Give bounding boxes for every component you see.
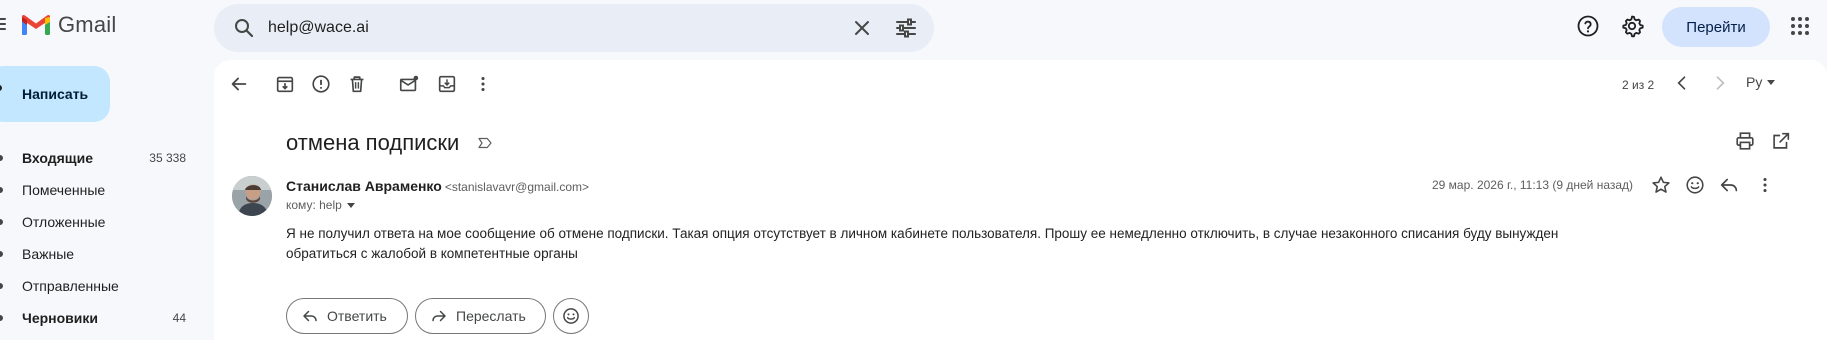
open-in-new-window-icon[interactable] — [1770, 130, 1792, 152]
message-pane: 2 из 2 Ру отмена подписки Станислав Авра… — [214, 60, 1827, 340]
sidebar-item-label: Важные — [22, 246, 75, 262]
main-menu-button[interactable] — [0, 18, 6, 30]
recipient-details[interactable]: кому: help — [286, 198, 356, 212]
sidebar-item-inbox[interactable]: Входящие 35 338 — [0, 142, 200, 174]
email-date: 29 мар. 2026 г., 11:13 (9 дней назад) — [1432, 178, 1634, 192]
sidebar-item-drafts[interactable]: Черновики 44 — [0, 302, 200, 334]
go-button[interactable]: Перейти — [1662, 7, 1770, 47]
sidebar-item-label: Входящие — [22, 150, 93, 166]
sidebar-item-important[interactable]: Важные — [0, 238, 200, 270]
sidebar-item-starred[interactable]: Помеченные — [0, 174, 200, 206]
sender-avatar[interactable] — [232, 176, 272, 216]
help-icon[interactable] — [1576, 14, 1600, 38]
delete-icon[interactable] — [346, 73, 368, 95]
emoji-reaction-button[interactable] — [553, 298, 589, 334]
reply-label: Ответить — [327, 308, 387, 324]
move-to-icon[interactable] — [436, 73, 458, 95]
show-details-caret-icon[interactable] — [346, 200, 356, 210]
unread-count: 35 338 — [149, 151, 186, 165]
star-icon — [0, 187, 3, 193]
back-arrow-icon[interactable] — [228, 73, 250, 95]
recipient-label: кому: help — [286, 198, 342, 212]
forward-button[interactable]: Переслать — [415, 298, 546, 334]
google-apps-icon[interactable] — [1790, 16, 1810, 36]
pager-count: 2 из 2 — [1622, 78, 1655, 92]
sidebar-item-label: Отправленные — [22, 278, 119, 294]
sidebar-item-snoozed[interactable]: Отложенные — [0, 206, 200, 238]
sidebar-nav: Входящие 35 338 Помеченные Отложенные Ва… — [0, 142, 200, 334]
forward-icon — [432, 310, 446, 322]
label-important-icon[interactable] — [476, 134, 494, 152]
add-reaction-icon[interactable] — [1684, 174, 1706, 196]
gmail-logo[interactable]: Gmail — [22, 12, 116, 38]
report-spam-icon[interactable] — [310, 73, 332, 95]
email-body: Я не получил ответа на мое сообщение об … — [286, 226, 1559, 261]
search-bar — [214, 4, 934, 52]
search-icon[interactable] — [232, 16, 256, 40]
forward-label: Переслать — [456, 308, 526, 324]
message-more-vert-icon[interactable] — [1754, 174, 1776, 196]
older-chevron-right-icon[interactable] — [1710, 73, 1730, 93]
star-icon[interactable] — [1650, 174, 1672, 196]
inbox-icon — [0, 155, 3, 161]
sender-line: Станислав Авраменко <stanislavavr@gmail.c… — [286, 178, 589, 194]
input-language-button[interactable]: Ру — [1746, 74, 1776, 90]
mark-unread-icon[interactable] — [398, 73, 420, 95]
draft-icon — [0, 315, 3, 321]
more-vert-icon[interactable] — [472, 73, 494, 95]
sender-name[interactable]: Станислав Авраменко — [286, 178, 442, 194]
search-input[interactable] — [268, 14, 828, 42]
sidebar-item-label: Помеченные — [22, 182, 106, 198]
sidebar-item-label: Отложенные — [22, 214, 106, 230]
reply-icon — [303, 310, 317, 322]
email-subject: отмена подписки — [286, 130, 460, 155]
sidebar-item-sent[interactable]: Отправленные — [0, 270, 200, 302]
print-icon[interactable] — [1734, 130, 1756, 152]
drafts-count: 44 — [172, 311, 186, 325]
clear-search-icon[interactable] — [850, 16, 874, 40]
emoji-icon — [563, 308, 579, 324]
reply-icon[interactable] — [1718, 174, 1740, 196]
send-icon — [0, 283, 3, 289]
settings-gear-icon[interactable] — [1620, 14, 1644, 38]
search-options-icon[interactable] — [894, 16, 918, 40]
sender-email: <stanislavavr@gmail.com> — [444, 180, 590, 194]
compose-button[interactable]: Написать — [0, 66, 110, 122]
important-icon — [0, 251, 3, 257]
clock-icon — [0, 219, 3, 225]
archive-icon[interactable] — [274, 73, 296, 95]
reply-button[interactable]: Ответить — [286, 298, 408, 334]
sender-photo — [232, 176, 272, 216]
input-language-label: Ру — [1746, 74, 1763, 90]
gmail-m-icon — [22, 15, 50, 35]
caret-down-icon — [1767, 80, 1776, 85]
newer-chevron-left-icon[interactable] — [1672, 73, 1692, 93]
app-name: Gmail — [58, 12, 117, 37]
sidebar-item-label: Черновики — [22, 310, 99, 326]
